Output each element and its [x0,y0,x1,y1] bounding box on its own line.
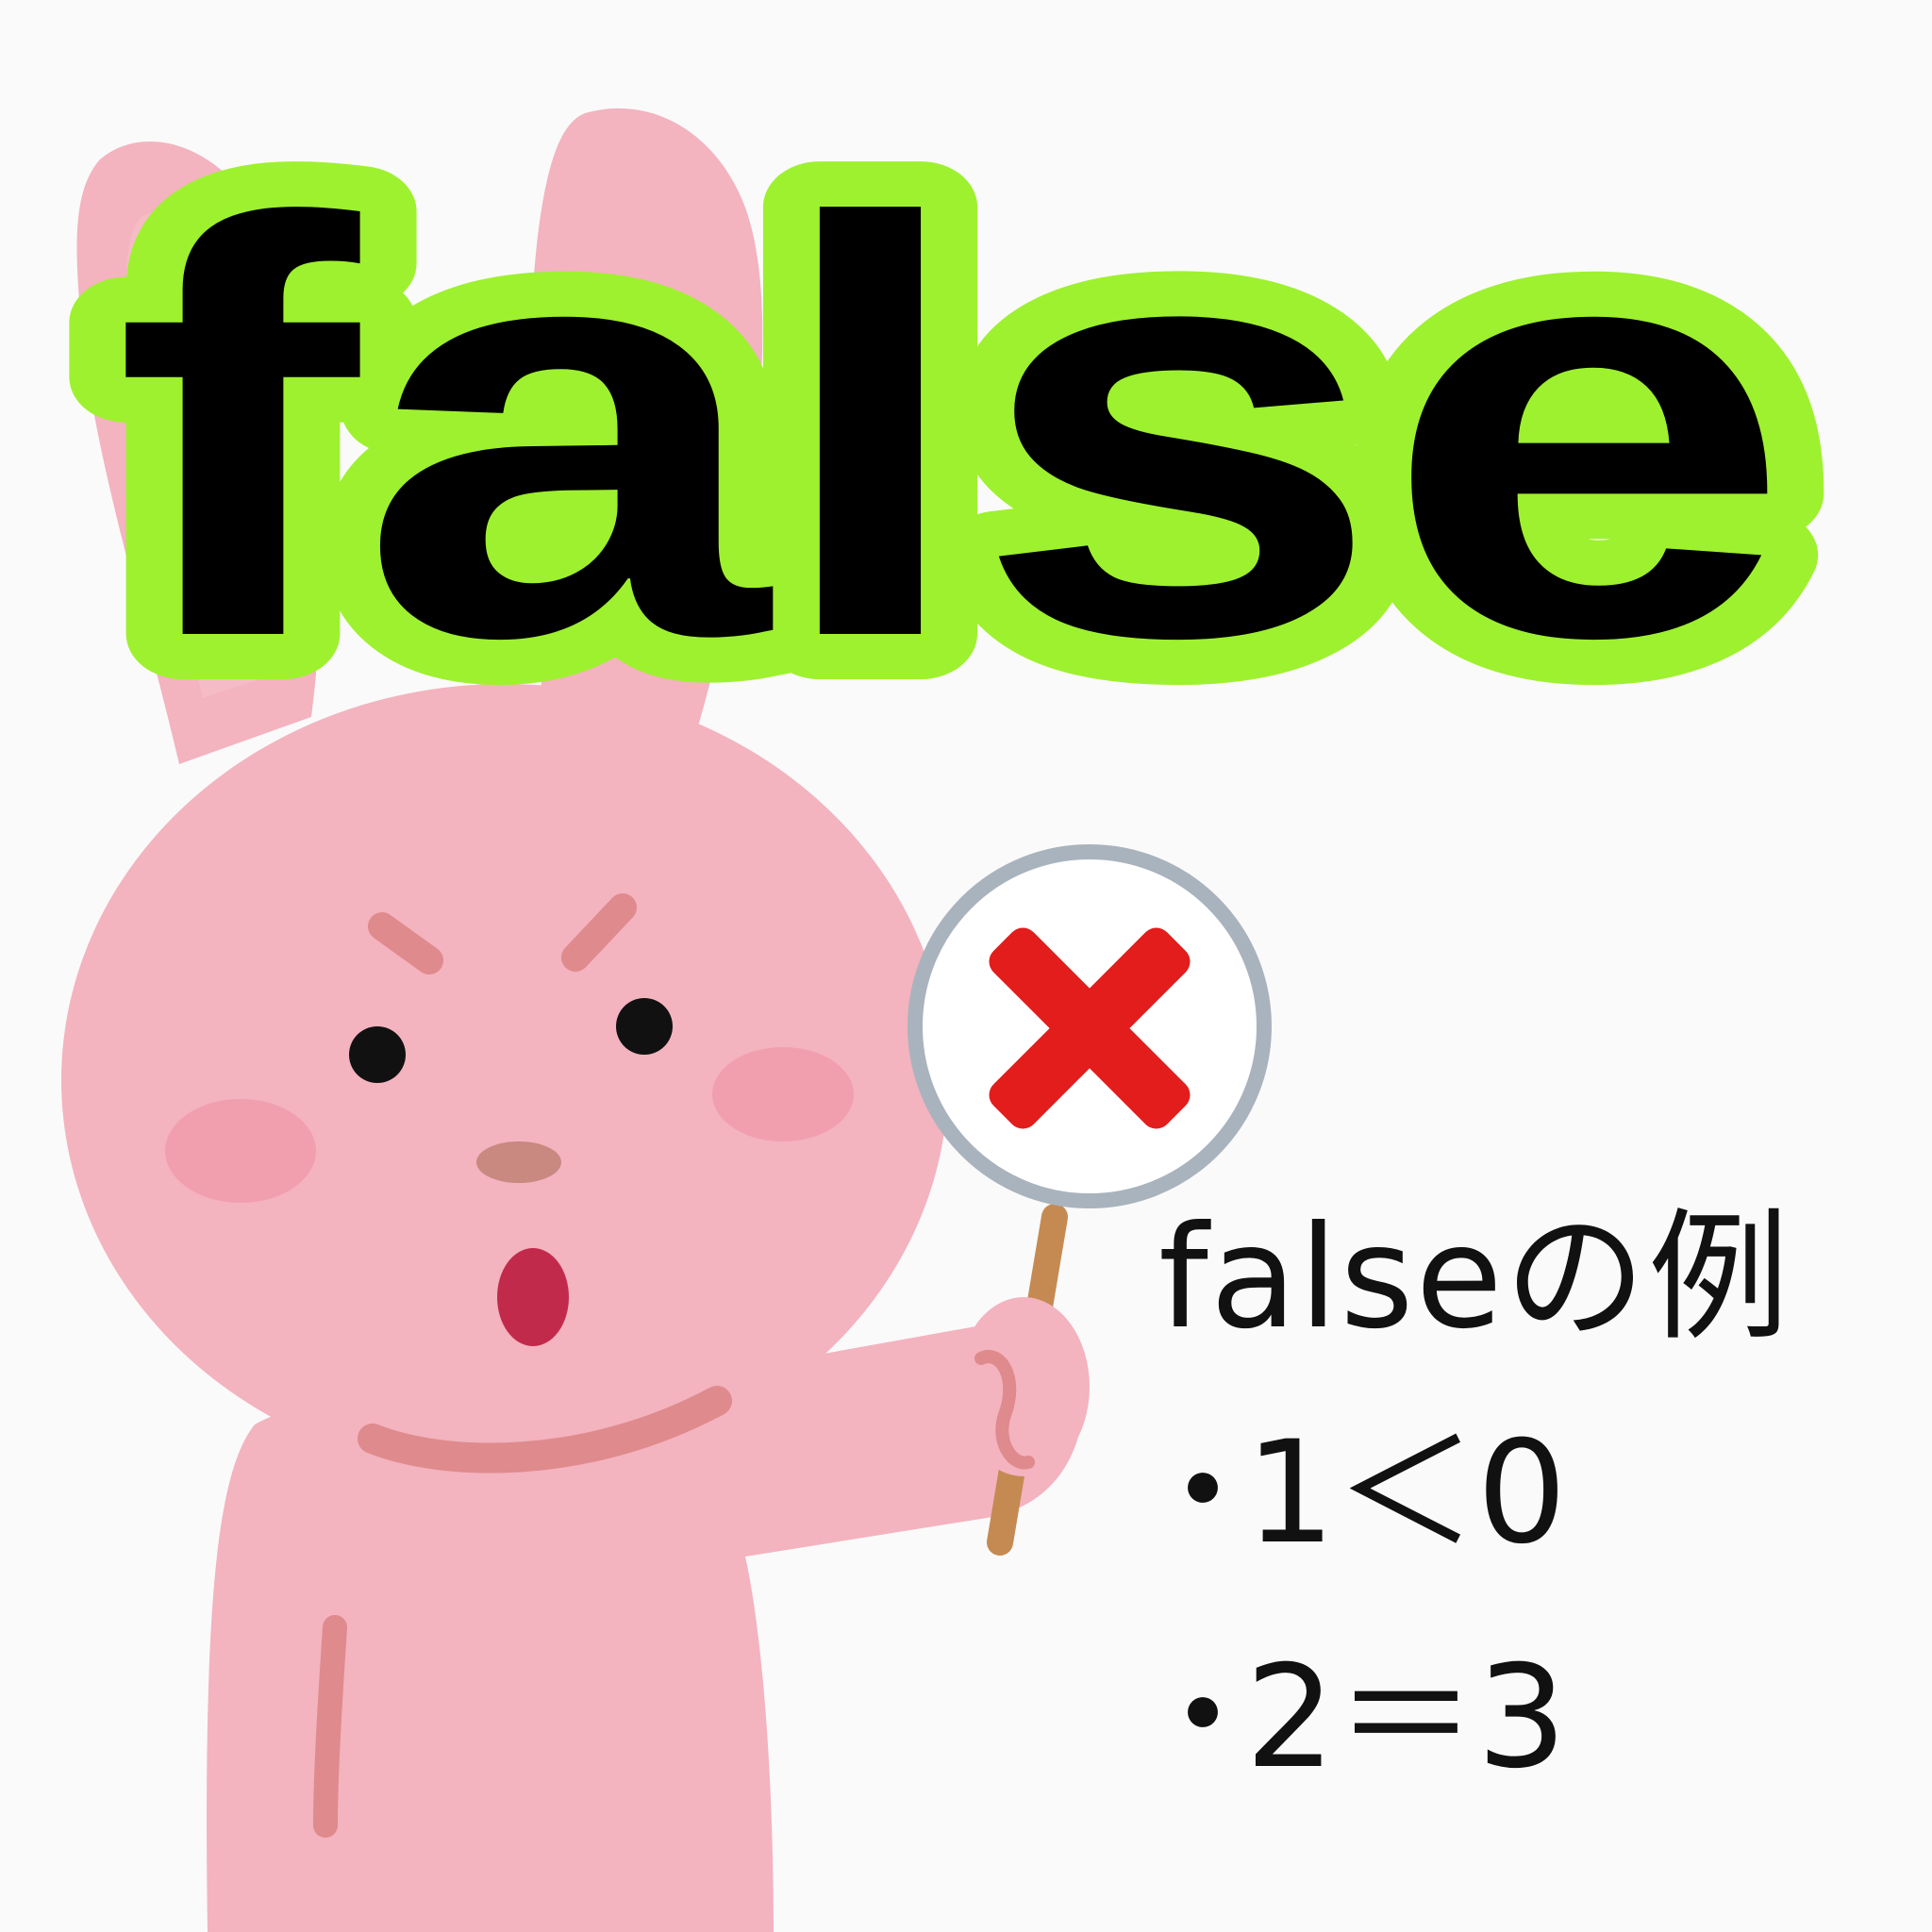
bullet: ・ [1132,1411,1274,1575]
headline-title: false [113,101,1792,759]
bullet: ・ [1132,1636,1274,1800]
examples-block: falseの例 ・ 1＜0 ・ 2＝3 [1132,1198,1906,1798]
example-text: 1＜0 [1245,1411,1567,1575]
poster: false false falseの例 ・ 1＜0 ・ 2＝3 [0,0,1932,1932]
example-item: ・ 1＜0 [1132,1413,1906,1574]
example-text: 2＝3 [1245,1636,1567,1800]
example-item: ・ 2＝3 [1132,1638,1906,1798]
examples-title: falseの例 [1158,1196,1791,1360]
